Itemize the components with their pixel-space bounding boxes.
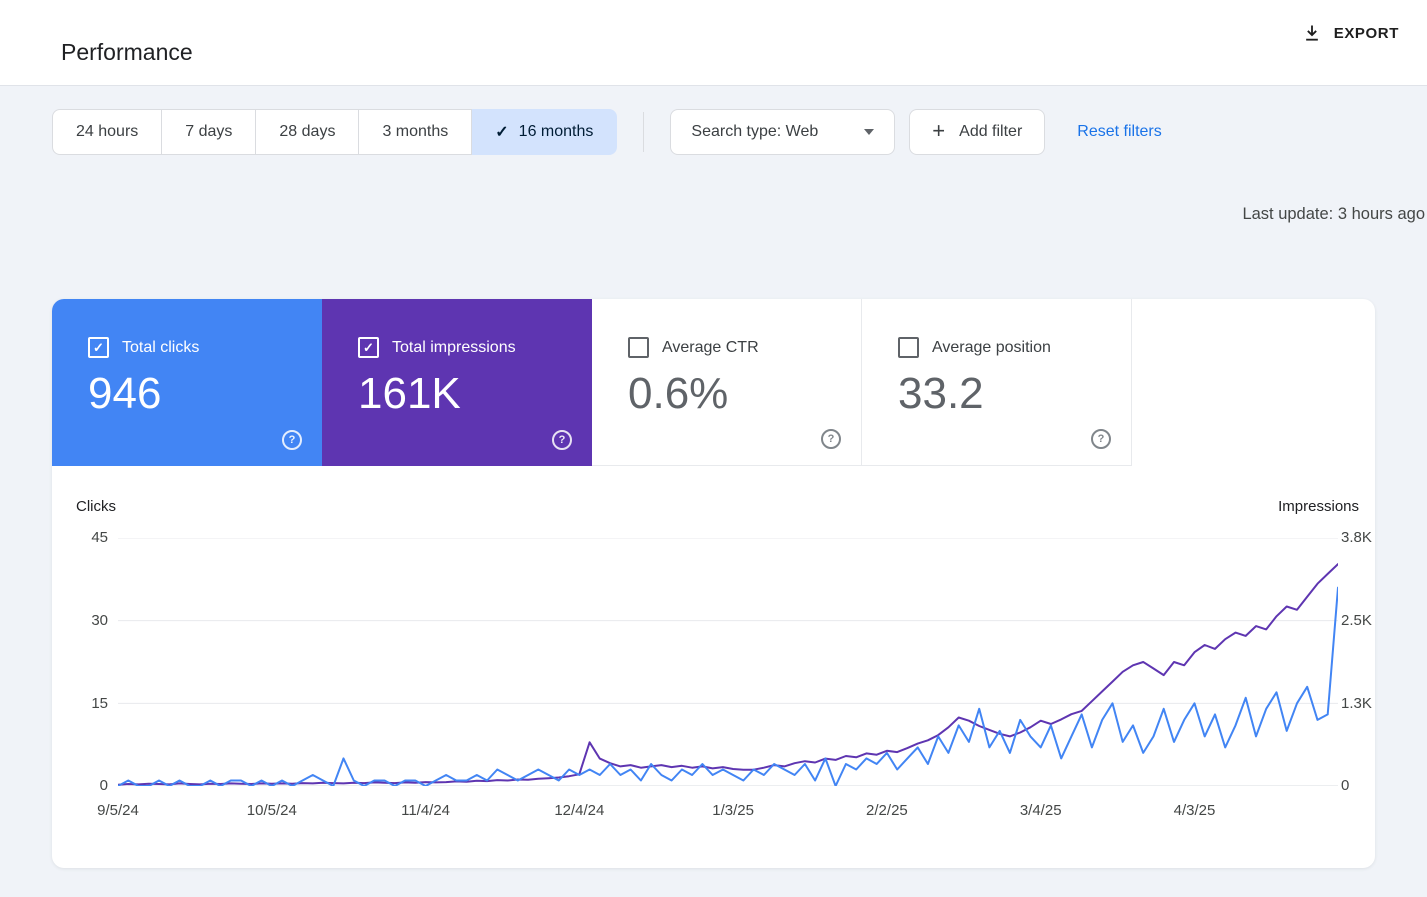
- range-chip-label: 24 hours: [76, 123, 138, 141]
- x-axis-tick-label: 1/3/25: [712, 802, 754, 819]
- metric-value: 161K: [322, 358, 592, 418]
- metric-card-average-ctr[interactable]: Average CTR 0.6% ?: [592, 299, 862, 466]
- filter-divider: [643, 112, 644, 152]
- add-filter-button[interactable]: + Add filter: [909, 109, 1045, 155]
- range-chip-24-hours[interactable]: 24 hours: [52, 109, 162, 155]
- range-chip-28-days[interactable]: 28 days: [256, 109, 359, 155]
- chevron-down-icon: [864, 129, 874, 135]
- metric-label: Average CTR: [662, 339, 759, 357]
- y-axis-tick-label: 30: [60, 612, 108, 630]
- left-axis-title: Clicks: [76, 498, 116, 515]
- range-chip-3-months[interactable]: 3 months: [359, 109, 472, 155]
- clicks-line: [118, 588, 1338, 786]
- top-header: Performance EXPORT: [0, 0, 1427, 86]
- date-range-group: 24 hours 7 days 28 days 3 months ✓ 16 mo…: [52, 109, 617, 155]
- page-title: Performance: [61, 39, 193, 66]
- range-chip-7-days[interactable]: 7 days: [162, 109, 256, 155]
- y-axis-tick-label: 2.5K: [1341, 612, 1372, 630]
- metric-card-total-impressions[interactable]: ✓ Total impressions 161K ?: [322, 299, 592, 466]
- y-axis-tick-label: 45: [60, 529, 108, 547]
- checkmark-icon: ✓: [495, 122, 508, 142]
- metric-label: Average position: [932, 339, 1051, 357]
- search-type-label: Search type: Web: [691, 123, 818, 141]
- add-filter-label: Add filter: [959, 123, 1022, 141]
- x-axis-labels: 9/5/24 10/5/24 11/4/24 12/4/24 1/3/25 2/2/25 3…: [52, 802, 1375, 822]
- checkbox-total-impressions[interactable]: ✓: [358, 337, 379, 358]
- checkbox-average-position[interactable]: [898, 337, 919, 358]
- metric-label: Total clicks: [122, 339, 199, 357]
- metric-value: 33.2: [862, 358, 1131, 418]
- y-axis-tick-label: 15: [60, 695, 108, 713]
- reset-filters-link[interactable]: Reset filters: [1077, 109, 1161, 155]
- range-chip-label: 7 days: [185, 123, 232, 141]
- right-axis-title: Impressions: [1278, 498, 1359, 515]
- chart-plot: [118, 538, 1338, 786]
- help-icon[interactable]: ?: [552, 430, 572, 450]
- x-axis-tick-label: 2/2/25: [866, 802, 908, 819]
- y-axis-tick-label: 0: [1341, 777, 1349, 795]
- reset-filters-label: Reset filters: [1077, 123, 1161, 141]
- metric-card-total-clicks[interactable]: ✓ Total clicks 946 ?: [52, 299, 322, 466]
- x-axis-tick-label: 9/5/24: [97, 802, 139, 819]
- help-icon[interactable]: ?: [1091, 429, 1111, 449]
- plus-icon: +: [932, 120, 945, 142]
- search-type-dropdown[interactable]: Search type: Web: [670, 109, 895, 155]
- checkbox-total-clicks[interactable]: ✓: [88, 337, 109, 358]
- metric-label: Total impressions: [392, 339, 516, 357]
- range-chip-label: 28 days: [279, 123, 335, 141]
- x-axis-tick-label: 11/4/24: [401, 802, 450, 819]
- y-axis-tick-label: 3.8K: [1341, 529, 1372, 547]
- export-label: EXPORT: [1334, 25, 1399, 42]
- x-axis-tick-label: 12/4/24: [554, 802, 604, 819]
- last-update-text: Last update: 3 hours ago: [1242, 205, 1425, 224]
- y-axis-tick-label: 0: [60, 777, 108, 795]
- x-axis-tick-label: 4/3/25: [1174, 802, 1216, 819]
- filter-row: 24 hours 7 days 28 days 3 months ✓ 16 mo…: [52, 109, 1427, 155]
- range-chip-label: 3 months: [382, 123, 448, 141]
- checkbox-average-ctr[interactable]: [628, 337, 649, 358]
- metric-value: 946: [52, 358, 322, 418]
- metric-card-average-position[interactable]: Average position 33.2 ?: [862, 299, 1132, 466]
- performance-panel: ✓ Total clicks 946 ? ✓ Total impressions…: [52, 299, 1375, 868]
- download-icon: [1302, 23, 1322, 43]
- help-icon[interactable]: ?: [282, 430, 302, 450]
- x-axis-tick-label: 10/5/24: [247, 802, 297, 819]
- range-chip-label: 16 months: [519, 123, 594, 141]
- range-chip-16-months[interactable]: ✓ 16 months: [472, 109, 617, 155]
- y-axis-tick-label: 1.3K: [1341, 695, 1372, 713]
- help-icon[interactable]: ?: [821, 429, 841, 449]
- x-axis-tick-label: 3/4/25: [1020, 802, 1062, 819]
- performance-chart: Clicks Impressions 45 30 15 0 3.8K 2.5K …: [52, 466, 1375, 868]
- export-button[interactable]: EXPORT: [1296, 22, 1405, 44]
- metric-value: 0.6%: [592, 358, 861, 418]
- impressions-line: [118, 564, 1338, 785]
